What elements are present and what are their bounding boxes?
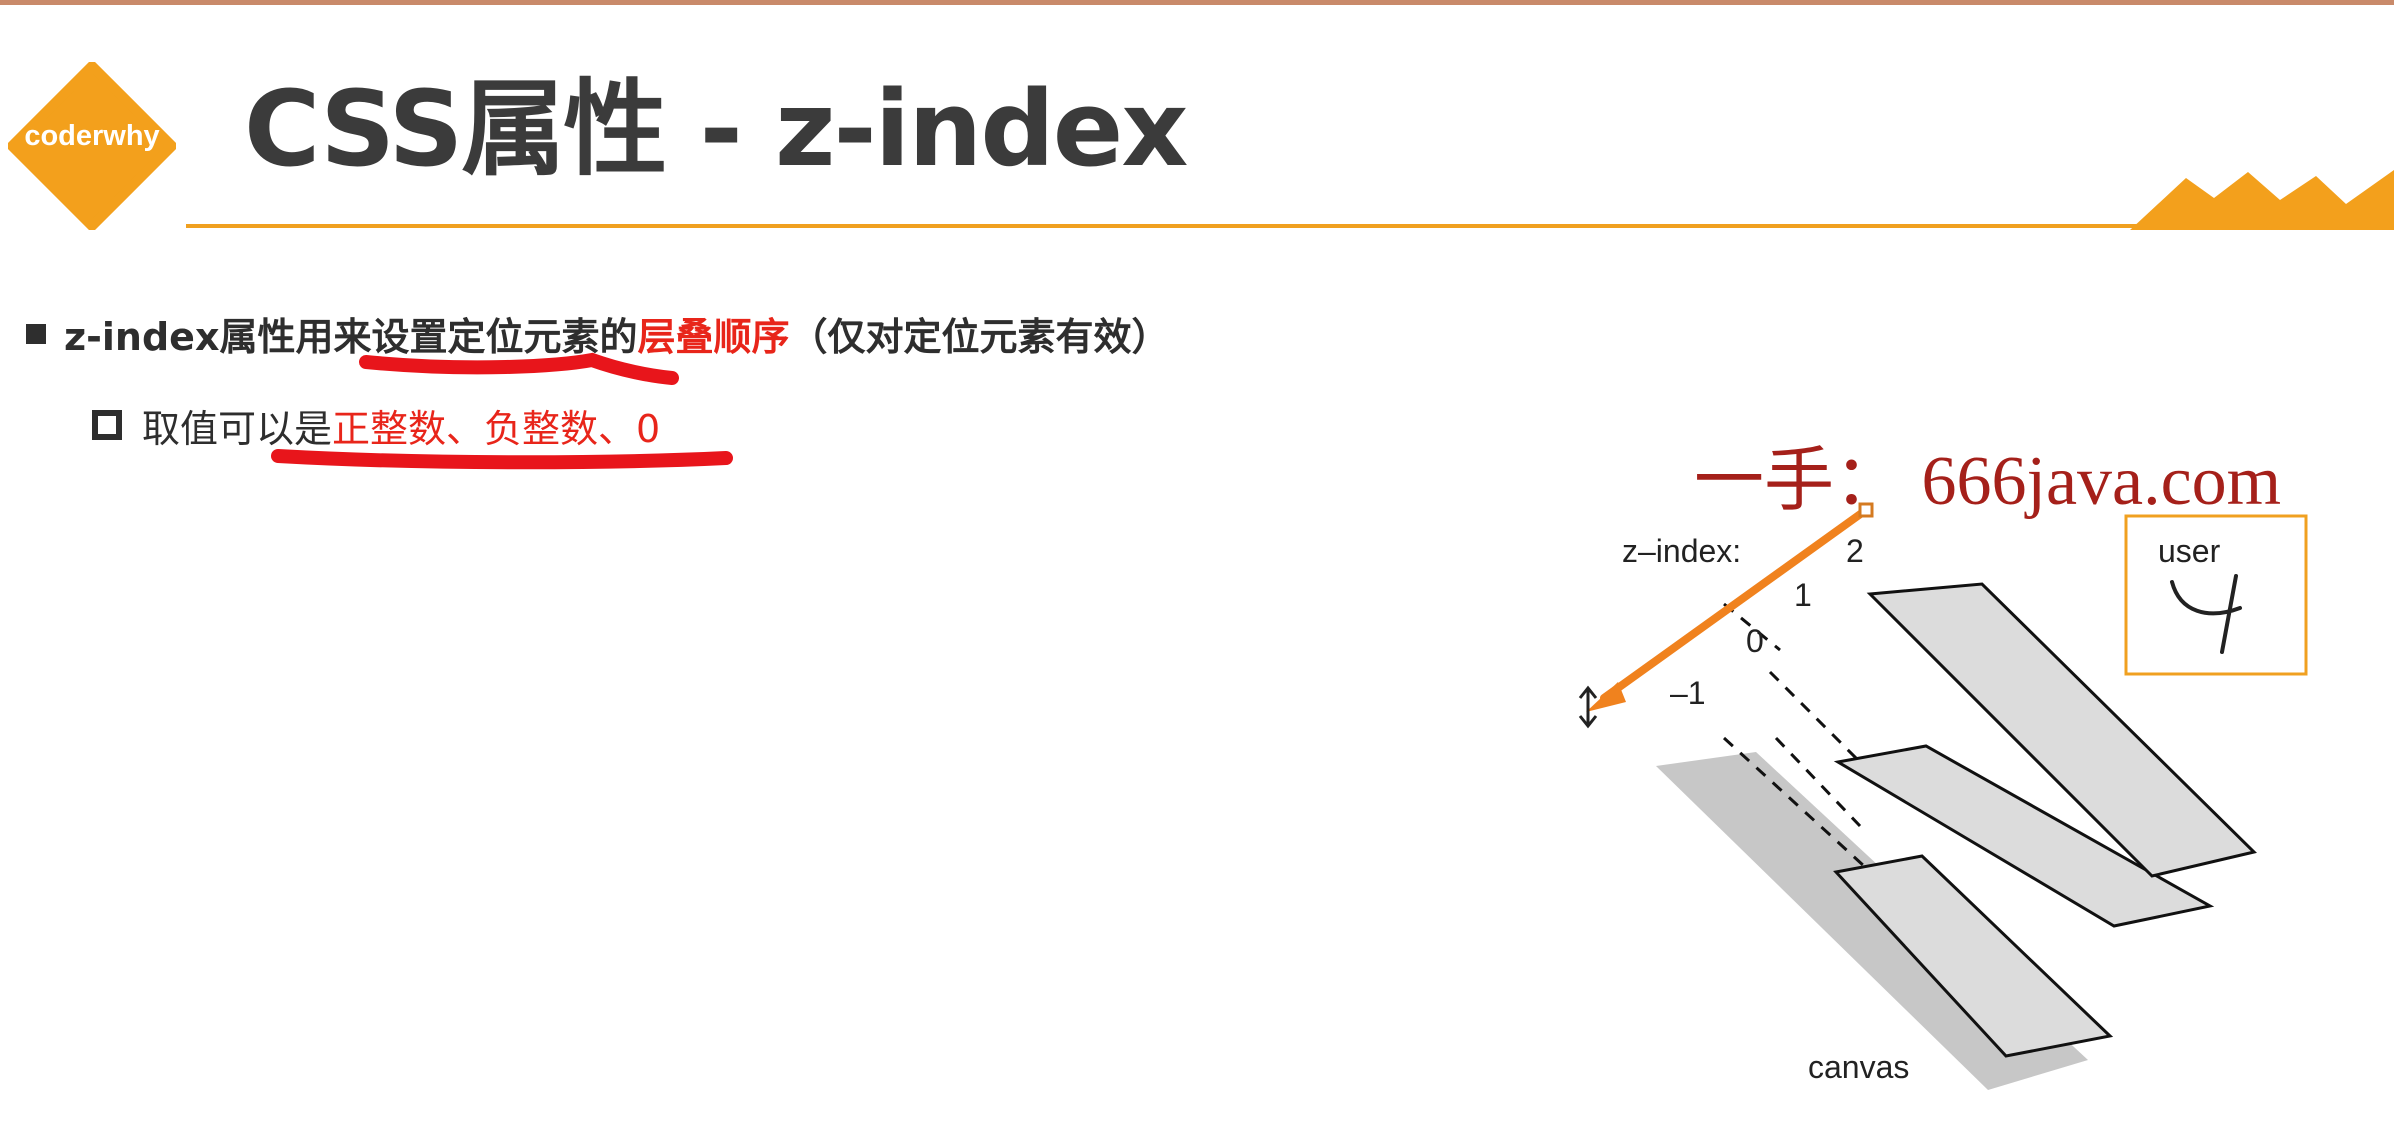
title-underline xyxy=(186,224,2146,228)
bullet-zindex-definition: z-index属性用来设置定位元素的层叠顺序（仅对定位元素有效） xyxy=(26,306,1169,361)
bullet1-note: （仅对定位元素有效） xyxy=(789,315,1170,359)
bullet1-emphasis: 层叠顺序 xyxy=(637,315,790,359)
mountain-decoration-icon xyxy=(2130,170,2394,230)
filled-square-bullet-icon xyxy=(26,324,46,344)
level-label-2: 2 xyxy=(1846,533,1864,569)
bullet2-text: 取值可以是 xyxy=(142,407,333,451)
top-border-line xyxy=(0,0,2394,5)
underline-annotation-2 xyxy=(271,449,733,470)
underline-annotation-1 xyxy=(359,352,679,385)
z-index-axis-label: z–index: xyxy=(1622,533,1741,569)
coderwhy-logo: coderwhy xyxy=(8,62,176,230)
level-label-1: 1 xyxy=(1794,577,1812,613)
level-label-minus1: –1 xyxy=(1670,675,1706,711)
logo-text: coderwhy xyxy=(24,120,160,152)
bullet2-emphasis: 正整数、负整数、0 xyxy=(332,407,661,451)
canvas-label: canvas xyxy=(1808,1049,1909,1085)
user-label: user xyxy=(2158,533,2221,569)
hollow-square-bullet-icon xyxy=(92,410,122,440)
zindex-layer-diagram: z–index: 2 1 0 –1 user canvas xyxy=(1622,514,2308,1090)
level-label-0: 0 xyxy=(1746,623,1764,659)
bullet-value-range: 取值可以是正整数、负整数、0 xyxy=(92,398,660,453)
bullet1-text: z-index属性用来设置定位元素的 xyxy=(64,315,638,359)
page-title: CSS属性 - z-index xyxy=(244,68,1188,190)
